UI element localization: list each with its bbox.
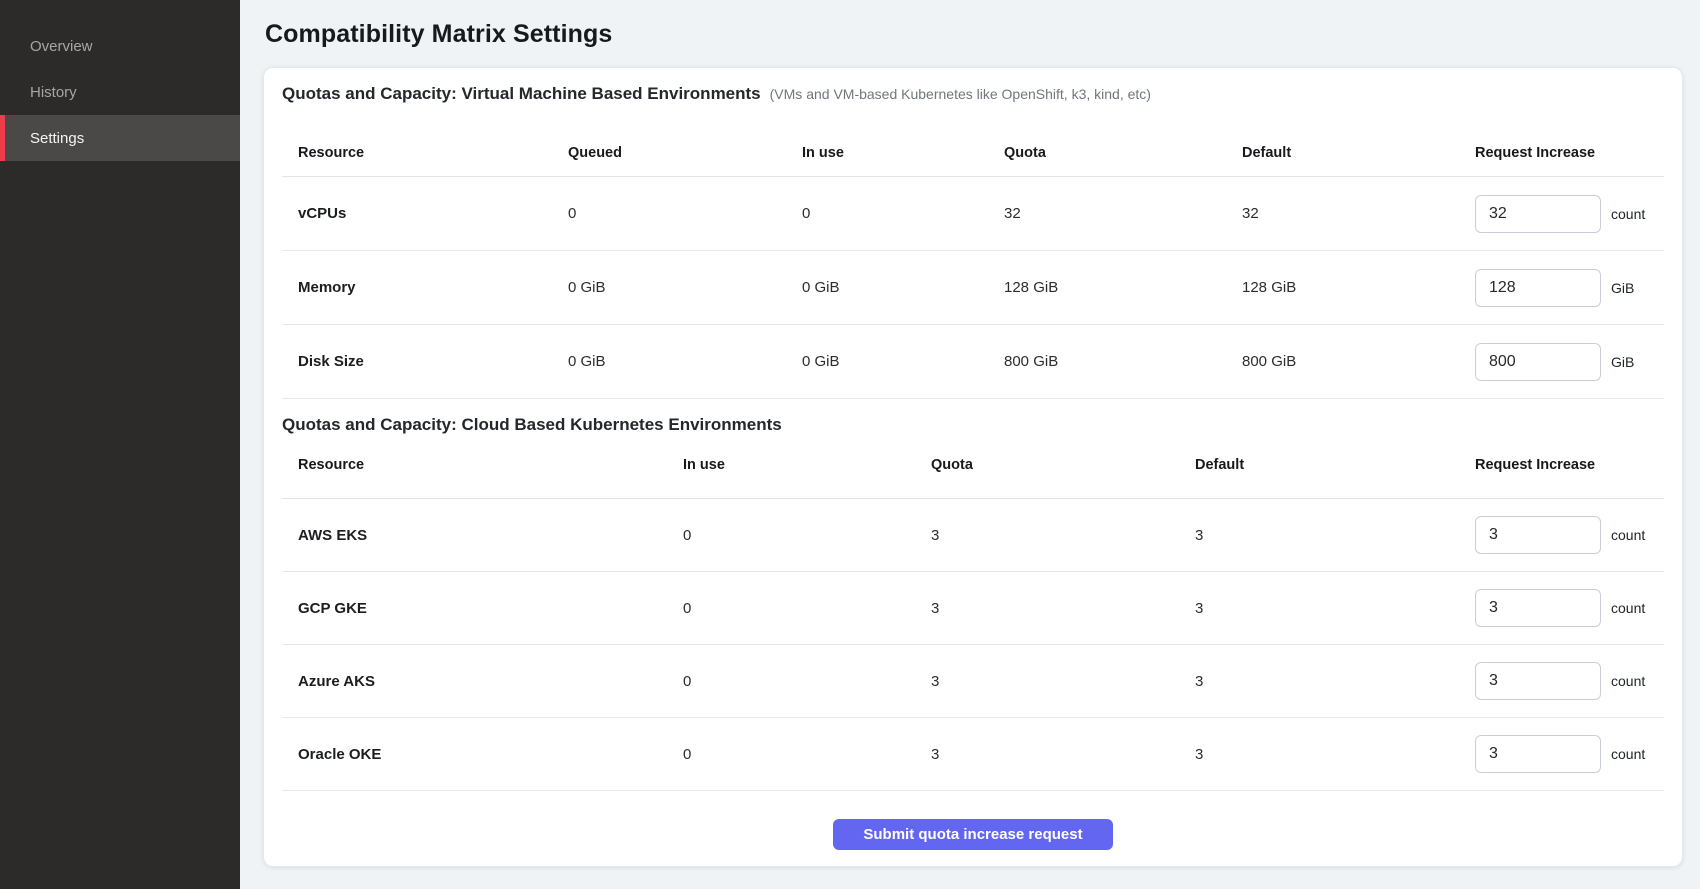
cell-default: 3 — [1195, 746, 1475, 763]
request-increase-cell: count — [1475, 735, 1664, 773]
vm-table-body: vCPUs003232countMemory0 GiB0 GiB128 GiB1… — [282, 177, 1664, 399]
cell-queued: 0 — [568, 205, 802, 222]
cell-in-use: 0 — [683, 673, 931, 690]
cloud-table-body: AWS EKS033countGCP GKE033countAzure AKS0… — [282, 499, 1664, 791]
request-increase-cell: count — [1475, 662, 1664, 700]
sidebar-item-label: History — [30, 84, 77, 101]
request-increase-cell: count — [1475, 516, 1664, 554]
cell-default: 128 GiB — [1242, 279, 1475, 296]
cell-default: 800 GiB — [1242, 353, 1475, 370]
cell-queued: 0 GiB — [568, 353, 802, 370]
table-row: GCP GKE033count — [282, 572, 1664, 645]
unit-label: count — [1611, 673, 1645, 689]
sidebar-item-settings[interactable]: Settings — [0, 115, 240, 161]
column-header-request-increase: Request Increase — [1475, 457, 1664, 473]
resource-label: AWS EKS — [298, 527, 683, 544]
request-increase-input[interactable] — [1475, 735, 1601, 773]
resource-label: vCPUs — [298, 205, 568, 222]
unit-label: count — [1611, 527, 1645, 543]
request-increase-input[interactable] — [1475, 195, 1601, 233]
cell-in-use: 0 GiB — [802, 353, 1004, 370]
sidebar-item-overview[interactable]: Overview — [0, 23, 240, 69]
cell-default: 3 — [1195, 527, 1475, 544]
cell-in-use: 0 GiB — [802, 279, 1004, 296]
cell-in-use: 0 — [683, 600, 931, 617]
resource-label: Disk Size — [298, 353, 568, 370]
cell-default: 3 — [1195, 600, 1475, 617]
main-content: Compatibility Matrix Settings Quotas and… — [240, 0, 1700, 889]
cell-quota: 32 — [1004, 205, 1242, 222]
resource-label: GCP GKE — [298, 600, 683, 617]
request-increase-cell: count — [1475, 195, 1664, 233]
request-increase-cell: count — [1475, 589, 1664, 627]
column-header-resource: Resource — [298, 457, 683, 473]
unit-label: count — [1611, 746, 1645, 762]
cell-quota: 3 — [931, 527, 1195, 544]
table-row: AWS EKS033count — [282, 499, 1664, 572]
table-row: Memory0 GiB0 GiB128 GiB128 GiBGiB — [282, 251, 1664, 325]
resource-label: Azure AKS — [298, 673, 683, 690]
request-increase-input[interactable] — [1475, 662, 1601, 700]
table-row: Disk Size0 GiB0 GiB800 GiB800 GiBGiB — [282, 325, 1664, 399]
cell-quota: 800 GiB — [1004, 353, 1242, 370]
request-increase-input[interactable] — [1475, 516, 1601, 554]
table-row: Oracle OKE033count — [282, 718, 1664, 791]
vm-section-header: Quotas and Capacity: Virtual Machine Bas… — [282, 84, 1664, 104]
cloud-section-title: Quotas and Capacity: Cloud Based Kuberne… — [282, 415, 782, 435]
sidebar-item-history[interactable]: History — [0, 69, 240, 115]
cell-quota: 128 GiB — [1004, 279, 1242, 296]
cell-quota: 3 — [931, 673, 1195, 690]
sidebar-item-label: Settings — [30, 130, 84, 147]
request-increase-cell: GiB — [1475, 269, 1664, 307]
resource-label: Memory — [298, 279, 568, 296]
column-header-request-increase: Request Increase — [1475, 145, 1664, 161]
cloud-section-header: Quotas and Capacity: Cloud Based Kuberne… — [282, 415, 1664, 437]
unit-label: GiB — [1611, 354, 1634, 370]
column-header-quota: Quota — [931, 457, 1195, 473]
active-item-accent-bar — [0, 115, 5, 161]
column-header-quota: Quota — [1004, 145, 1242, 161]
column-header-queued: Queued — [568, 145, 802, 161]
submit-quota-increase-button[interactable]: Submit quota increase request — [833, 819, 1113, 850]
vm-table-header: Resource Queued In use Quota Default Req… — [282, 129, 1664, 177]
column-header-default: Default — [1242, 145, 1475, 161]
cell-default: 32 — [1242, 205, 1475, 222]
cell-queued: 0 GiB — [568, 279, 802, 296]
vm-section-title: Quotas and Capacity: Virtual Machine Bas… — [282, 84, 761, 104]
sidebar: Overview History Settings — [0, 0, 240, 889]
cell-in-use: 0 — [802, 205, 1004, 222]
unit-label: count — [1611, 600, 1645, 616]
cell-quota: 3 — [931, 746, 1195, 763]
resource-label: Oracle OKE — [298, 746, 683, 763]
request-increase-input[interactable] — [1475, 269, 1601, 307]
cell-in-use: 0 — [683, 746, 931, 763]
submit-button-row: Submit quota increase request — [282, 791, 1664, 850]
cell-default: 3 — [1195, 673, 1475, 690]
column-header-in-use: In use — [802, 145, 1004, 161]
column-header-default: Default — [1195, 457, 1475, 473]
table-row: Azure AKS033count — [282, 645, 1664, 718]
cloud-table-header: Resource In use Quota Default Request In… — [282, 445, 1664, 499]
settings-card: Quotas and Capacity: Virtual Machine Bas… — [263, 67, 1683, 867]
request-increase-input[interactable] — [1475, 343, 1601, 381]
vm-section-subtitle: (VMs and VM-based Kubernetes like OpenSh… — [770, 86, 1151, 102]
request-increase-input[interactable] — [1475, 589, 1601, 627]
cell-in-use: 0 — [683, 527, 931, 544]
request-increase-cell: GiB — [1475, 343, 1664, 381]
page-title: Compatibility Matrix Settings — [265, 20, 1700, 49]
column-header-resource: Resource — [298, 145, 568, 161]
unit-label: count — [1611, 206, 1645, 222]
unit-label: GiB — [1611, 280, 1634, 296]
cell-quota: 3 — [931, 600, 1195, 617]
sidebar-item-label: Overview — [30, 38, 93, 55]
table-row: vCPUs003232count — [282, 177, 1664, 251]
column-header-in-use: In use — [683, 457, 931, 473]
